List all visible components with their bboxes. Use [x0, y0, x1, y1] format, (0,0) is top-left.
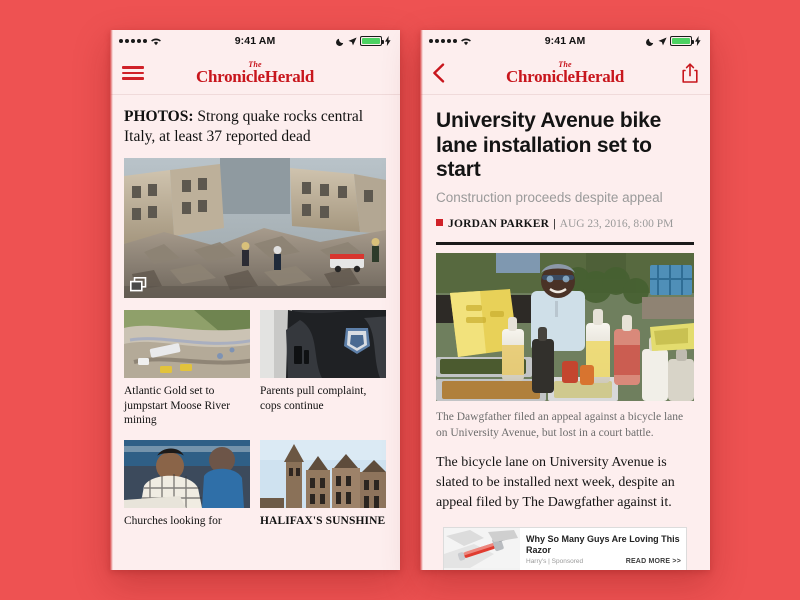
feed-row-2: Churches looking for HALIFAX'S SUNSHINE — [124, 440, 386, 529]
wifi-icon — [150, 36, 162, 46]
woman-at-table-photo — [124, 440, 250, 509]
mockup-stage: 9:41 AM The ChronicleHerald PHOTOS: Stro… — [0, 0, 800, 600]
article-paragraph: The bicycle lane on University Avenue is… — [436, 455, 675, 510]
battery-icon — [360, 36, 385, 46]
byline-separator: | — [553, 218, 556, 231]
lede-headline[interactable]: PHOTOS: Strong quake rocks central Italy… — [110, 95, 400, 158]
hamburger-menu-icon[interactable] — [122, 66, 144, 80]
feed-thumbnail-2 — [124, 440, 250, 509]
location-arrow-icon — [348, 37, 357, 46]
masthead-name-text: ChronicleHerald — [196, 67, 314, 86]
signal-strength-dots-icon — [119, 39, 147, 43]
do-not-disturb-moon-icon — [646, 37, 655, 46]
article-photo-caption: The Dawgfather filed an appeal against a… — [436, 410, 684, 439]
location-arrow-icon — [658, 37, 667, 46]
article-body-scroll[interactable]: University Avenue bike lane installation… — [420, 95, 710, 570]
charging-bolt-icon — [385, 36, 391, 46]
ad-headline: Why So Many Guys Are Loving This Razor — [526, 533, 680, 555]
masthead-logo[interactable]: The ChronicleHerald — [466, 61, 664, 86]
razor-product-photo — [444, 528, 520, 568]
ad-footer: Harry's | Sponsored READ MORE >> — [526, 558, 681, 565]
status-bar-left: 9:41 AM — [110, 30, 400, 52]
status-bar-right-group — [275, 36, 391, 46]
article-headline: University Avenue bike lane installation… — [436, 109, 662, 182]
nav-left-slot — [432, 63, 466, 83]
feed-card-3[interactable]: HALIFAX'S SUNSHINE — [260, 440, 386, 529]
charging-bolt-icon — [695, 36, 701, 46]
nav-left-slot — [122, 66, 156, 80]
masthead-logo[interactable]: The ChronicleHerald — [156, 61, 354, 86]
feed-card-0[interactable]: Atlantic Gold set to jumpstart Moose Riv… — [124, 309, 250, 428]
article-byline: JORDAN PARKER | AUG 23, 2016, 8:00 PM — [420, 206, 710, 233]
article-author[interactable]: JORDAN PARKER — [448, 218, 549, 230]
feed-card-1[interactable]: Parents pull complaint, cops continue — [260, 309, 386, 428]
feed-thumbnail-0 — [124, 309, 250, 378]
feed-thumbnail-1 — [260, 309, 386, 378]
status-bar-left-group — [429, 36, 545, 46]
navigation-bar-right: The ChronicleHerald — [420, 52, 710, 95]
do-not-disturb-moon-icon — [336, 37, 345, 46]
status-bar-right: 9:41 AM — [420, 30, 710, 52]
battery-icon — [670, 36, 695, 46]
wifi-icon — [460, 36, 472, 46]
lede-hero-image[interactable] — [124, 157, 386, 298]
signal-strength-dots-icon — [429, 39, 457, 43]
status-bar-time: 9:41 AM — [544, 35, 586, 47]
status-bar-right-group — [585, 36, 701, 46]
photo-gallery-icon — [130, 276, 147, 292]
ad-source-label: Harry's | Sponsored — [526, 558, 584, 566]
feed-card-title-1: Parents pull complaint, cops continue — [260, 384, 367, 412]
byline-divider — [436, 241, 694, 245]
phone-left-feed-screen: 9:41 AM The ChronicleHerald PHOTOS: Stro… — [110, 30, 400, 570]
navigation-bar-left: The ChronicleHerald — [110, 52, 400, 95]
status-bar-left-group — [119, 36, 235, 46]
feed-row-1: Atlantic Gold set to jumpstart Moose Riv… — [124, 309, 386, 428]
police-uniform-photo — [260, 309, 386, 378]
feed-card-2[interactable]: Churches looking for — [124, 440, 250, 529]
byline-bullet-icon — [436, 219, 443, 227]
mining-site-photo — [124, 309, 250, 378]
article-date: AUG 23, 2016, 8:00 PM — [559, 218, 674, 231]
earthquake-rubble-photo — [124, 157, 386, 298]
ad-read-more-button[interactable]: READ MORE >> — [626, 558, 681, 565]
ad-image — [444, 528, 520, 570]
sponsored-ad-banner[interactable]: Why So Many Guys Are Loving This Razor H… — [443, 527, 687, 570]
lede-kicker: PHOTOS: — [124, 108, 194, 125]
nav-right-slot — [664, 63, 698, 83]
food-vendor-photo — [436, 252, 694, 401]
share-icon[interactable] — [682, 63, 698, 83]
feed-card-title-0: Atlantic Gold set to jumpstart Moose Riv… — [124, 384, 231, 427]
ad-text-block: Why So Many Guys Are Loving This Razor H… — [520, 528, 686, 570]
feed-card-title-2: Churches looking for — [124, 515, 222, 528]
article-hero-image[interactable] — [436, 252, 694, 401]
feed-thumbnail-3 — [260, 440, 386, 509]
back-chevron-icon[interactable] — [432, 63, 445, 83]
historic-building-photo — [260, 440, 386, 509]
masthead-name-text: ChronicleHerald — [506, 67, 624, 86]
phone-right-article-screen: 9:41 AM The ChronicleHerald University A… — [420, 30, 710, 570]
article-subhead: Construction proceeds despite appeal — [436, 189, 663, 205]
feed-card-title-3: HALIFAX'S SUNSHINE — [260, 515, 386, 528]
status-bar-time: 9:41 AM — [234, 35, 276, 47]
news-feed[interactable]: PHOTOS: Strong quake rocks central Italy… — [110, 95, 400, 570]
